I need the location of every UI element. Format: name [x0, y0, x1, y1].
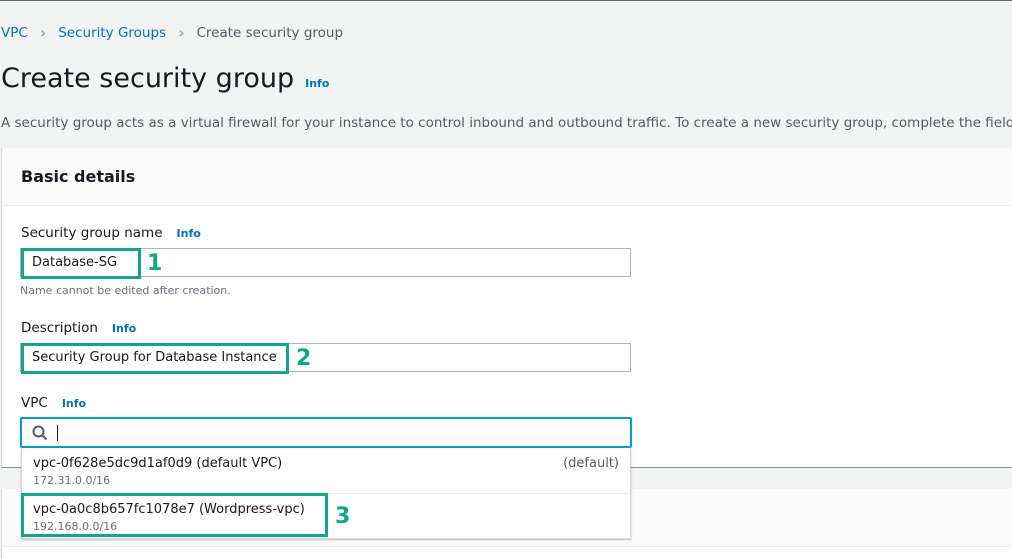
vpc-option-default[interactable]: vpc-0f628e5dc9d1af0d9 (default VPC) 172.… [22, 448, 630, 493]
page-title-text: Create security group [1, 63, 295, 94]
vpc-option-label: vpc-0f628e5dc9d1af0d9 (default VPC) [33, 456, 283, 471]
security-group-name-info-link[interactable]: Info [177, 227, 201, 240]
vpc-search-input[interactable] [20, 417, 632, 448]
description-info-link[interactable]: Info [112, 322, 136, 335]
chevron-right-icon: › [178, 23, 185, 42]
page-description: A security group acts as a virtual firew… [1, 115, 1012, 131]
annotation-step-1: 1 [147, 251, 163, 276]
vpc-option-label: vpc-0a0c8b657fc1078e7 (Wordpress-vpc) [33, 502, 305, 517]
basic-details-heading: Basic details [21, 167, 136, 186]
security-group-name-input[interactable] [20, 248, 631, 277]
basic-details-header: Basic details [2, 148, 1012, 206]
annotation-step-2: 2 [296, 346, 312, 371]
chevron-right-icon: › [39, 23, 47, 42]
security-group-name-constraint: Name cannot be edited after creation. [20, 284, 231, 297]
next-section-panel-body [1, 547, 1012, 559]
breadcrumb-security-groups-link[interactable]: Security Groups [58, 25, 166, 41]
search-icon [32, 425, 48, 440]
breadcrumb-current: Create security group [196, 24, 344, 41]
annotation-step-3: 3 [335, 504, 351, 529]
vpc-option-wordpress[interactable]: vpc-0a0c8b657fc1078e7 (Wordpress-vpc) 19… [22, 493, 630, 538]
description-input[interactable] [20, 343, 631, 372]
vpc-dropdown-list: vpc-0f628e5dc9d1af0d9 (default VPC) 172.… [21, 448, 631, 539]
text-cursor [57, 424, 58, 441]
breadcrumb: VPC › Security Groups › Create security … [1, 23, 343, 42]
vpc-option-default-tag: (default) [563, 456, 619, 471]
page-info-link[interactable]: Info [305, 77, 329, 90]
vpc-label: VPC Info [21, 395, 86, 411]
vpc-option-cidr: 192.168.0.0/16 [33, 520, 118, 533]
vpc-label-text: VPC [21, 395, 48, 411]
vpc-info-link[interactable]: Info [62, 397, 86, 410]
page-title: Create security group Info [1, 63, 329, 94]
security-group-name-label: Security group name Info [21, 225, 201, 241]
security-group-name-label-text: Security group name [21, 225, 163, 241]
vpc-option-cidr: 172.31.0.0/16 [33, 474, 111, 487]
description-label-text: Description [21, 320, 98, 336]
breadcrumb-vpc-link[interactable]: VPC [1, 25, 28, 41]
description-label: Description Info [21, 320, 136, 336]
